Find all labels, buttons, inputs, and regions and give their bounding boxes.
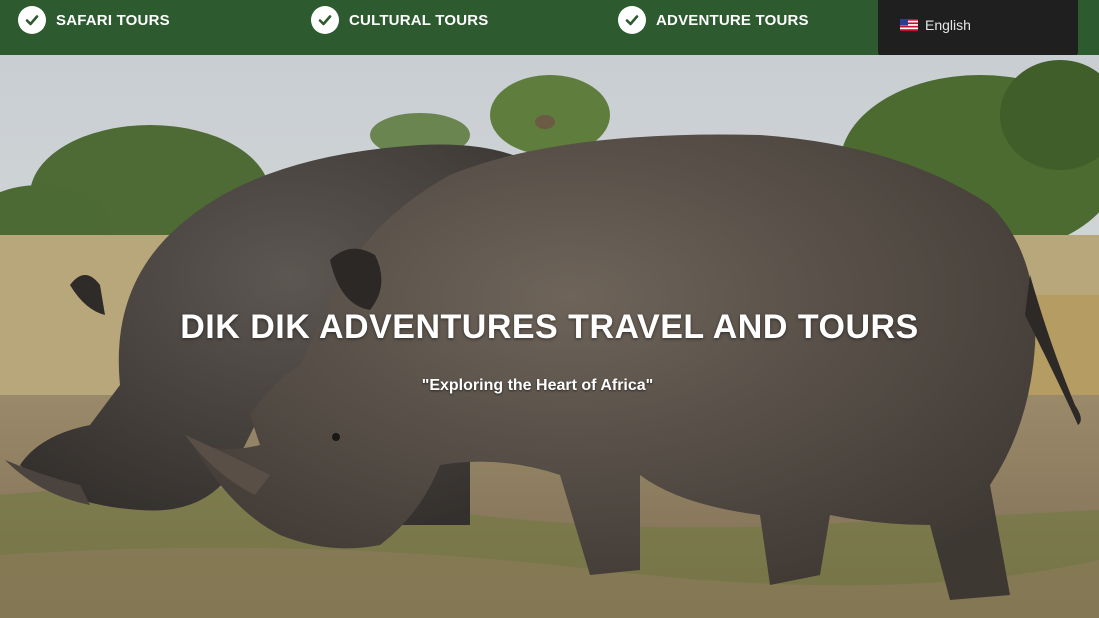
check-circle-icon — [618, 6, 646, 34]
hero-title: DIK DIK ADVENTURES TRAVEL AND TOURS — [180, 308, 919, 346]
nav-item-cultural-tours[interactable]: CULTURAL TOURS — [311, 0, 488, 40]
nav-item-label: CULTURAL TOURS — [349, 11, 489, 29]
nav-item-safari-tours[interactable]: SAFARI TOURS — [18, 0, 170, 40]
language-label: English — [925, 17, 971, 33]
nav-item-label: ADVENTURE TOURS — [656, 11, 809, 29]
hero-banner: DIK DIK ADVENTURES TRAVEL AND TOURS "Exp… — [0, 55, 1099, 618]
nav-item-adventure-tours[interactable]: ADVENTURE TOURS — [618, 0, 809, 40]
top-nav-bar: SAFARI TOURS CULTURAL TOURS ADVENTURE TO… — [0, 0, 1099, 56]
hero-subtitle: "Exploring the Heart of Africa" — [421, 377, 654, 394]
language-option-english[interactable]: English — [900, 17, 971, 33]
check-circle-icon — [311, 6, 339, 34]
check-circle-icon — [18, 6, 46, 34]
language-switcher[interactable]: English — [878, 0, 1078, 56]
us-flag-icon — [900, 19, 918, 31]
nav-item-label: SAFARI TOURS — [56, 11, 170, 29]
